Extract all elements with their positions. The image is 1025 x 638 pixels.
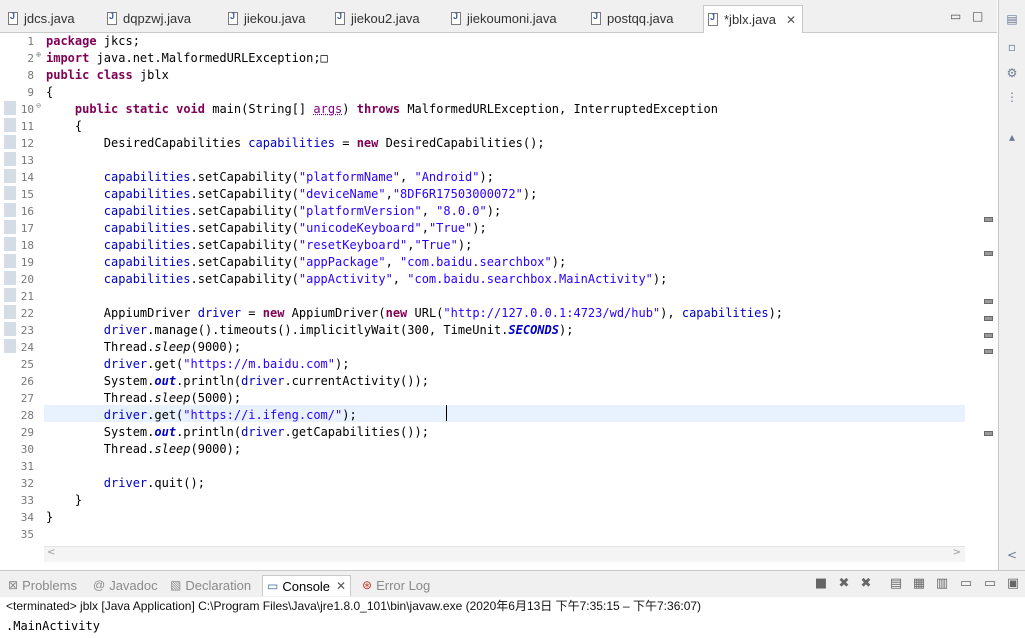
- ruler-mark[interactable]: [984, 349, 993, 354]
- problems-icon: ⊠: [8, 578, 19, 592]
- tab-error-log[interactable]: ⊛ Error Log: [362, 575, 430, 595]
- bottom-panel-tabs: ⊠ Problems @ Javadoc ▧ Declaration ▭ Console…: [0, 570, 1025, 597]
- javadoc-icon: @: [93, 578, 106, 592]
- code-line: 1 package jkcs;: [27, 34, 140, 48]
- editor-tab-postqq[interactable]: postqq.java: [587, 5, 674, 31]
- java-file-icon: [335, 11, 345, 25]
- code-line: 18 capabilities.setCapability("resetKeyb…: [20, 238, 473, 252]
- code-line: 9{: [27, 85, 54, 99]
- ruler-mark[interactable]: [984, 431, 993, 436]
- tab-console[interactable]: ▭ Console ✕: [262, 575, 352, 596]
- code-line: 10 ⊖ public static void main(String[] arg…: [20, 101, 718, 117]
- code-line: 13: [20, 154, 34, 167]
- code-line: 33 }: [20, 493, 83, 507]
- code-line: 15 capabilities.setCapability("deviceNam…: [20, 187, 538, 201]
- editor-tab-jiekoumoni[interactable]: jiekoumoni.java: [447, 5, 557, 31]
- code-line: 35: [20, 528, 34, 541]
- open-console-icon[interactable]: ▣: [1005, 576, 1021, 592]
- scroll-lock-icon[interactable]: ▦: [911, 576, 927, 592]
- java-file-icon: [228, 11, 238, 25]
- java-file-icon: [107, 11, 117, 25]
- java-file-icon: [708, 12, 718, 26]
- ruler-mark[interactable]: [984, 333, 993, 338]
- code-line: 22 AppiumDriver driver = new AppiumDrive…: [20, 306, 784, 320]
- console-output[interactable]: .MainActivity: [0, 617, 1025, 638]
- ruler-mark[interactable]: [984, 299, 993, 304]
- code-line: 14 capabilities.setCapability("platformN…: [20, 170, 494, 184]
- list-icon[interactable]: ⋮: [1005, 90, 1019, 104]
- code-line: 19 capabilities.setCapability("appPackag…: [20, 255, 567, 269]
- code-line: 32 driver.quit();: [20, 476, 205, 490]
- tab-javadoc[interactable]: @ Javadoc: [93, 575, 158, 595]
- horizontal-scrollbar[interactable]: < >: [44, 546, 965, 562]
- remove-all-icon[interactable]: ✖: [858, 576, 874, 592]
- word-wrap-icon[interactable]: ▥: [934, 576, 950, 592]
- code-line: 8 public class jblx: [27, 68, 169, 82]
- code-line: 17 capabilities.setCapability("unicodeKe…: [20, 221, 487, 235]
- ruler-mark[interactable]: [984, 251, 993, 256]
- text-caret: [446, 405, 447, 421]
- code-line: 31: [20, 460, 34, 473]
- close-tab-icon[interactable]: ✕: [786, 13, 796, 27]
- java-file-icon: [451, 11, 461, 25]
- editor-tab-jblx[interactable]: *jblx.java✕: [703, 5, 804, 34]
- scroll-left-icon[interactable]: <: [1005, 548, 1019, 562]
- editor-tab-jiekou2[interactable]: jiekou2.java: [331, 5, 420, 31]
- editor-tab-dqpzwj[interactable]: dqpzwj.java: [103, 5, 191, 31]
- code-line: 21: [20, 290, 34, 303]
- code-line: 12 DesiredCapabilities capabilities = ne…: [20, 136, 545, 150]
- code-line: 27 Thread.sleep(5000);: [20, 391, 242, 405]
- code-line: 24 Thread.sleep(9000);: [20, 340, 242, 354]
- code-line: 20 capabilities.setCapability("appActivi…: [20, 272, 668, 286]
- editor-tab-jiekou[interactable]: jiekou.java: [224, 5, 305, 31]
- error-log-icon: ⊛: [362, 578, 373, 592]
- java-file-icon: [591, 11, 601, 25]
- code-line: 26 System.out.println(driver.currentActi…: [20, 374, 429, 388]
- ruler-mark[interactable]: [984, 217, 993, 222]
- fold-expand-icon[interactable]: ⊕: [35, 51, 42, 59]
- ruler-mark[interactable]: [984, 316, 993, 321]
- console-icon: ▭: [267, 579, 279, 593]
- scroll-up-icon[interactable]: ▴: [1005, 130, 1019, 144]
- tab-problems[interactable]: ⊠ Problems: [8, 575, 77, 595]
- maximize-icon[interactable]: □: [972, 9, 983, 23]
- clear-console-icon[interactable]: ▤: [888, 576, 904, 592]
- editor-tab-bar: jdcs.java dqpzwj.java jiekou.java jiekou…: [0, 0, 997, 34]
- task-list-icon[interactable]: ▫: [1005, 40, 1019, 54]
- close-tab-icon[interactable]: ✕: [336, 579, 346, 593]
- scroll-left-icon[interactable]: <: [47, 547, 55, 558]
- editor-tab-jdcs[interactable]: jdcs.java: [4, 5, 75, 31]
- remove-launch-icon[interactable]: ✖: [836, 576, 852, 592]
- code-editor[interactable]: 1 package jkcs; 2 ⊕ import java.net.Malform…: [0, 33, 997, 546]
- terminate-icon[interactable]: ■: [813, 576, 829, 592]
- code-line: 11 {: [20, 119, 83, 133]
- display-console-icon[interactable]: ▭: [982, 576, 998, 592]
- code-line: 28 driver.get("https://i.ifeng.com/");: [20, 408, 357, 422]
- fold-collapse-icon[interactable]: ⊖: [35, 102, 42, 110]
- code-line: 29 System.out.println(driver.getCapabili…: [20, 425, 429, 439]
- tab-declaration[interactable]: ▧ Declaration: [170, 575, 251, 595]
- console-status: <terminated> jblx [Java Application] C:\…: [0, 597, 1025, 616]
- declaration-icon: ▧: [170, 578, 182, 592]
- code-line: 16 capabilities.setCapability("platformV…: [20, 204, 502, 218]
- scroll-right-icon[interactable]: >: [953, 547, 961, 558]
- outline-icon[interactable]: ▤: [1005, 12, 1019, 26]
- code-line: 2 ⊕ import java.net.MalformedURLException;…: [27, 50, 328, 66]
- code-line: 34}: [20, 510, 54, 524]
- code-line: 30 Thread.sleep(9000);: [20, 442, 242, 456]
- java-file-icon: [8, 11, 18, 25]
- minimize-icon[interactable]: ▭: [950, 9, 961, 23]
- code-line: 25 driver.get("https://m.baidu.com");: [20, 357, 350, 371]
- settings-icon[interactable]: ⚙: [1005, 66, 1019, 80]
- overview-ruler[interactable]: [965, 33, 997, 546]
- code-line: 23 driver.manage().timeouts().implicitly…: [20, 323, 574, 337]
- pin-console-icon[interactable]: ▭: [958, 576, 974, 592]
- side-view-strip: ▤ ▫ ⚙ ⋮ ▴ <: [998, 0, 1025, 570]
